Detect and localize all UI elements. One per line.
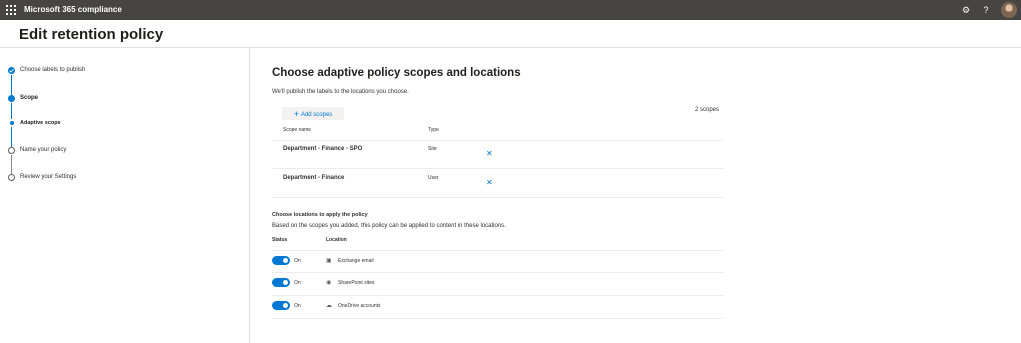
help-icon[interactable]: ? [979,3,993,17]
step-connector [11,127,12,147]
waffle-icon[interactable] [6,5,16,15]
column-header-type: Type [428,127,439,133]
location-name: Exchange email [338,258,374,264]
header-divider [0,47,1021,48]
status-toggle[interactable] [272,278,290,287]
status-toggle[interactable] [272,301,290,310]
page-title: Edit retention policy [19,26,164,43]
exchange-icon: ▣ [326,258,332,264]
onedrive-icon: ☁ [326,303,332,309]
add-icon: + [293,108,299,119]
remove-scope-icon[interactable]: ✕ [486,149,493,158]
scope-type: Site [428,146,437,152]
step-choose-labels[interactable]: Choose labels to publish [20,67,85,73]
step-scope[interactable]: Scope [20,95,38,101]
step-pending-icon [8,174,15,181]
row-divider [272,197,723,198]
locations-description: Based on the scopes you added, this poli… [272,223,506,229]
scope-name: Department - Finance [283,175,345,181]
row-divider [272,168,723,169]
step-name-policy[interactable]: Name your policy [20,147,66,153]
column-header-status: Status [272,237,288,243]
row-divider [272,272,723,273]
stepper-divider [249,48,250,343]
section-heading: Choose adaptive policy scopes and locati… [272,67,521,79]
step-completed-icon [8,67,15,74]
column-header-scope-name: Scope name [283,127,312,133]
substep-current-icon [9,121,14,125]
locations-heading: Choose locations to apply the policy [272,212,368,218]
sharepoint-icon: ◉ [326,280,332,286]
status-label: On [294,303,301,309]
step-adaptive-scope[interactable]: Adaptive scope [20,120,61,126]
top-bar: Microsoft 365 compliance ⚙ ? [0,0,1021,20]
scope-type: User [428,175,439,181]
app-title[interactable]: Microsoft 365 compliance [24,0,122,20]
step-connector [11,155,12,174]
status-toggle[interactable] [272,256,290,265]
status-label: On [294,258,301,264]
location-name: SharePoint sites [338,280,375,286]
avatar[interactable] [1001,2,1017,18]
row-divider [272,318,723,319]
add-scopes-button[interactable]: + Add scopes [282,107,344,120]
settings-icon[interactable]: ⚙ [959,3,973,17]
step-connector [11,75,12,95]
column-header-location: Location [326,237,347,243]
section-description: We'll publish the labels to the location… [272,89,409,95]
location-name: OneDrive accounts [338,303,381,309]
step-current-icon [8,95,15,102]
scope-count: 2 scopes [695,107,720,113]
row-divider [272,250,723,251]
step-connector [11,103,12,119]
row-divider [272,140,723,141]
step-pending-icon [8,147,15,154]
status-label: On [294,280,301,286]
remove-scope-icon[interactable]: ✕ [486,178,493,187]
scope-name: Department - Finance - SPO [283,146,363,152]
step-review-settings[interactable]: Review your Settings [20,174,76,180]
row-divider [272,295,723,296]
add-scopes-label: Add scopes [300,111,333,118]
